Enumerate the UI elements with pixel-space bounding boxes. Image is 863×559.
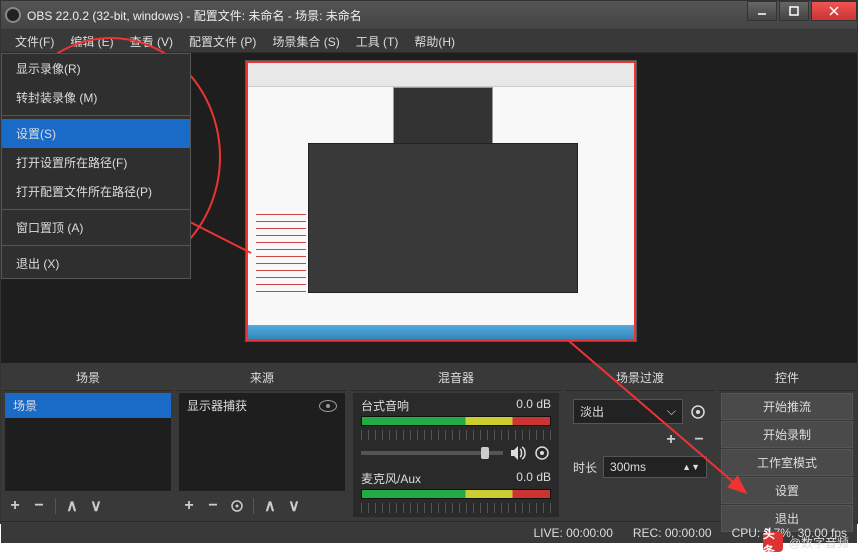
speaker-icon[interactable] xyxy=(509,444,527,462)
toolbar-separator xyxy=(55,498,56,514)
transitions-panel: 场景过渡 淡出 ⌵ + − 时长 300ms ▲▼ xyxy=(565,365,715,519)
minimize-button[interactable] xyxy=(747,1,777,21)
transitions-title: 场景过渡 xyxy=(565,365,715,391)
menu-view[interactable]: 查看 (V) xyxy=(122,29,181,52)
source-down-button[interactable]: ∨ xyxy=(286,498,302,514)
scenes-list[interactable]: 场景 xyxy=(5,393,171,491)
preview-nested-window xyxy=(308,143,578,293)
scenes-title: 场景 xyxy=(3,365,173,391)
menu-exit[interactable]: 退出 (X) xyxy=(2,249,190,278)
menu-settings[interactable]: 设置(S) xyxy=(2,119,190,148)
preview-canvas[interactable] xyxy=(246,61,636,341)
status-rec: REC: 00:00:00 xyxy=(633,526,712,540)
menu-edit[interactable]: 编辑 (E) xyxy=(62,29,121,52)
mixer-body: 台式音响 0.0 dB 麦克风/Aux 0.0 dB xyxy=(353,393,559,517)
source-label: 显示器捕获 xyxy=(187,397,247,414)
studio-mode-button[interactable]: 工作室模式 xyxy=(721,449,853,476)
gear-icon[interactable] xyxy=(689,403,707,421)
preview-text-lines xyxy=(256,208,306,298)
source-props-button[interactable] xyxy=(229,498,245,514)
status-live: LIVE: 00:00:00 xyxy=(533,526,612,540)
ch2-name: 麦克风/Aux xyxy=(361,470,421,487)
duration-input[interactable]: 300ms ▲▼ xyxy=(603,456,707,478)
source-item[interactable]: 显示器捕获 xyxy=(179,393,345,418)
spinner-icon: ▲▼ xyxy=(682,462,700,472)
settings-button[interactable]: 设置 xyxy=(721,477,853,504)
ch1-db: 0.0 dB xyxy=(516,397,551,414)
remove-transition-button[interactable]: − xyxy=(691,432,707,448)
start-streaming-button[interactable]: 开始推流 xyxy=(721,393,853,420)
menu-tools[interactable]: 工具 (T) xyxy=(348,29,407,52)
preview-content xyxy=(248,63,634,339)
ch2-meter xyxy=(361,489,551,499)
slider-handle[interactable] xyxy=(481,447,489,459)
scenes-panel: 场景 场景 + − ∧ ∨ xyxy=(3,365,173,519)
bottom-panels: 场景 场景 + − ∧ ∨ 来源 显示器捕获 + − xyxy=(1,363,857,521)
duration-label: 时长 xyxy=(573,459,597,476)
controls-title: 控件 xyxy=(719,365,855,391)
transition-mode-combo[interactable]: 淡出 ⌵ xyxy=(573,399,683,424)
mixer-panel: 混音器 台式音响 0.0 dB 麦克风/Aux 0.0 dB xyxy=(351,365,561,519)
preview-area: 显示录像(R) 转封装录像 (M) 设置(S) 打开设置所在路径(F) 打开配置… xyxy=(1,53,857,363)
titlebar: OBS 22.0.2 (32-bit, windows) - 配置文件: 未命名… xyxy=(1,1,857,29)
menu-separator xyxy=(2,115,190,116)
file-menu-dropdown: 显示录像(R) 转封装录像 (M) 设置(S) 打开设置所在路径(F) 打开配置… xyxy=(1,53,191,279)
menubar: 文件(F) 编辑 (E) 查看 (V) 配置文件 (P) 场景集合 (S) 工具… xyxy=(1,29,857,53)
controls-body: 开始推流 开始录制 工作室模式 设置 退出 xyxy=(719,391,855,535)
menu-remux[interactable]: 转封装录像 (M) xyxy=(2,83,190,112)
transitions-body: 淡出 ⌵ + − 时长 300ms ▲▼ xyxy=(565,391,715,486)
source-up-button[interactable]: ∧ xyxy=(262,498,278,514)
preview-browser-bar xyxy=(248,63,634,87)
menu-show-recordings[interactable]: 显示录像(R) xyxy=(2,54,190,83)
main-window: OBS 22.0.2 (32-bit, windows) - 配置文件: 未命名… xyxy=(0,0,858,524)
watermark-text: @数字音频 xyxy=(789,534,849,551)
menu-open-profile-folder[interactable]: 打开配置文件所在路径(P) xyxy=(2,177,190,206)
transition-mode: 淡出 xyxy=(580,403,604,420)
sources-list[interactable]: 显示器捕获 xyxy=(179,393,345,491)
ch2-ticks xyxy=(361,503,551,513)
close-button[interactable] xyxy=(811,1,857,21)
add-source-button[interactable]: + xyxy=(181,498,197,514)
window-title: OBS 22.0.2 (32-bit, windows) - 配置文件: 未命名… xyxy=(27,7,853,24)
sources-toolbar: + − ∧ ∨ xyxy=(177,493,347,519)
ch1-name: 台式音响 xyxy=(361,397,409,414)
app-icon xyxy=(5,7,21,23)
gear-icon[interactable] xyxy=(533,444,551,462)
scenes-toolbar: + − ∧ ∨ xyxy=(3,493,173,519)
start-recording-button[interactable]: 开始录制 xyxy=(721,421,853,448)
menu-separator xyxy=(2,209,190,210)
watermark-logo: 头条 xyxy=(763,532,783,552)
scene-item[interactable]: 场景 xyxy=(5,393,171,418)
menu-help[interactable]: 帮助(H) xyxy=(406,29,463,52)
duration-value: 300ms xyxy=(610,460,646,474)
menu-open-settings-folder[interactable]: 打开设置所在路径(F) xyxy=(2,148,190,177)
sources-title: 来源 xyxy=(177,365,347,391)
watermark: 头条 @数字音频 xyxy=(763,532,849,552)
remove-scene-button[interactable]: − xyxy=(31,498,47,514)
scene-down-button[interactable]: ∨ xyxy=(88,498,104,514)
chevron-down-icon: ⌵ xyxy=(667,404,676,419)
ch1-meter xyxy=(361,416,551,426)
menu-separator xyxy=(2,245,190,246)
menu-always-on-top[interactable]: 窗口置顶 (A) xyxy=(2,213,190,242)
sources-panel: 来源 显示器捕获 + − ∧ ∨ xyxy=(177,365,347,519)
add-transition-button[interactable]: + xyxy=(663,432,679,448)
maximize-button[interactable] xyxy=(779,1,809,21)
ch1-ticks xyxy=(361,430,551,440)
menu-profile[interactable]: 配置文件 (P) xyxy=(181,29,264,52)
toolbar-separator xyxy=(253,498,254,514)
mixer-channel-2: 麦克风/Aux 0.0 dB xyxy=(353,466,559,517)
scene-up-button[interactable]: ∧ xyxy=(64,498,80,514)
ch2-db: 0.0 dB xyxy=(516,470,551,487)
controls-panel: 控件 开始推流 开始录制 工作室模式 设置 退出 xyxy=(719,365,855,519)
preview-taskbar xyxy=(248,325,634,339)
ch1-volume-slider[interactable] xyxy=(361,451,503,455)
visibility-icon[interactable] xyxy=(319,400,337,412)
mixer-title: 混音器 xyxy=(351,365,561,391)
menu-scene-collection[interactable]: 场景集合 (S) xyxy=(264,29,347,52)
mixer-channel-1: 台式音响 0.0 dB xyxy=(353,393,559,466)
add-scene-button[interactable]: + xyxy=(7,498,23,514)
menu-file[interactable]: 文件(F) xyxy=(7,29,62,52)
remove-source-button[interactable]: − xyxy=(205,498,221,514)
